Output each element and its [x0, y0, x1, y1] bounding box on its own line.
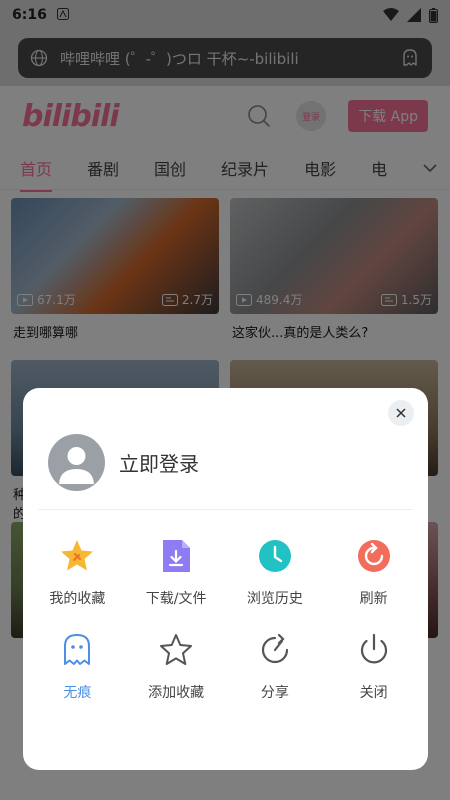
menu-item-share[interactable]: 分享 [226, 630, 325, 702]
menu-item-label: 添加收藏 [148, 685, 205, 701]
menu-item-history[interactable]: 浏览历史 [226, 536, 325, 608]
download-file-icon [156, 536, 196, 576]
menu-item-label: 刷新 [359, 591, 388, 607]
menu-item-downloads[interactable]: 下载/文件 [127, 536, 226, 608]
login-prompt[interactable]: 立即登录 [119, 448, 199, 477]
divider [38, 509, 413, 510]
menu-item-label: 我的收藏 [49, 591, 106, 607]
menu-item-label: 无痕 [63, 685, 92, 701]
menu-item-label: 关闭 [359, 685, 388, 701]
history-clock-icon [255, 536, 295, 576]
menu-grid: 我的收藏 下载/文件 浏览历史 刷新 无痕 添加收藏 分享 关闭 [23, 536, 428, 702]
menu-item-label: 分享 [260, 685, 289, 701]
refresh-icon [354, 536, 394, 576]
menu-item-close[interactable]: 关闭 [324, 630, 423, 702]
close-button[interactable] [388, 400, 414, 426]
menu-item-label: 浏览历史 [246, 591, 303, 607]
browser-menu-sheet: 立即登录 我的收藏 下载/文件 浏览历史 刷新 无痕 添加收藏 分享 关闭 [23, 388, 428, 770]
star-outline-icon [156, 630, 196, 670]
default-user-icon [59, 447, 94, 484]
star-favorites-icon [57, 536, 97, 576]
menu-item-label: 下载/文件 [145, 591, 207, 607]
menu-item-add-bookmark[interactable]: 添加收藏 [127, 630, 226, 702]
menu-item-incognito[interactable]: 无痕 [28, 630, 127, 702]
menu-item-favorites[interactable]: 我的收藏 [28, 536, 127, 608]
incognito-ghost-icon [57, 630, 97, 670]
share-icon [255, 630, 295, 670]
avatar [48, 434, 105, 491]
login-profile-row[interactable]: 立即登录 [23, 388, 428, 491]
close-icon [396, 408, 406, 418]
menu-item-refresh[interactable]: 刷新 [324, 536, 423, 608]
power-icon [354, 630, 394, 670]
